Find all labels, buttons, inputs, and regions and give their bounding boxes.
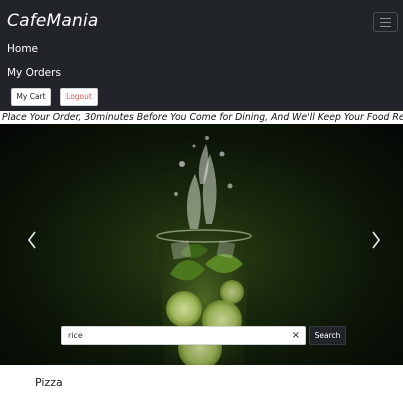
logout-button[interactable]: Logout [60, 88, 98, 106]
search-button[interactable]: Search [309, 326, 346, 345]
hamburger-icon [380, 18, 391, 19]
hamburger-icon-bar [380, 22, 391, 23]
menu-toggle-button[interactable] [373, 12, 398, 32]
navbar: CafeMania Home My Orders My Cart Logout [0, 0, 403, 111]
my-cart-button[interactable]: My Cart [11, 88, 51, 106]
nav-link-my-orders[interactable]: My Orders [7, 67, 61, 79]
brand-logo[interactable]: CafeMania [7, 11, 99, 31]
hamburger-icon-bar [380, 26, 391, 27]
carousel-prev-icon[interactable] [25, 228, 39, 252]
nav-link-home[interactable]: Home [7, 43, 38, 55]
announcement-bar: Place Your Order, 30minutes Before You C… [0, 111, 403, 124]
menu-item-pizza[interactable]: Pizza [35, 376, 63, 389]
carousel-next-icon[interactable] [369, 228, 383, 252]
search-input-value: rice [68, 331, 83, 340]
clear-icon[interactable]: × [292, 327, 300, 344]
announcement-text: Place Your Order, 30minutes Before You C… [2, 112, 403, 123]
search-input[interactable]: rice × [61, 326, 306, 345]
